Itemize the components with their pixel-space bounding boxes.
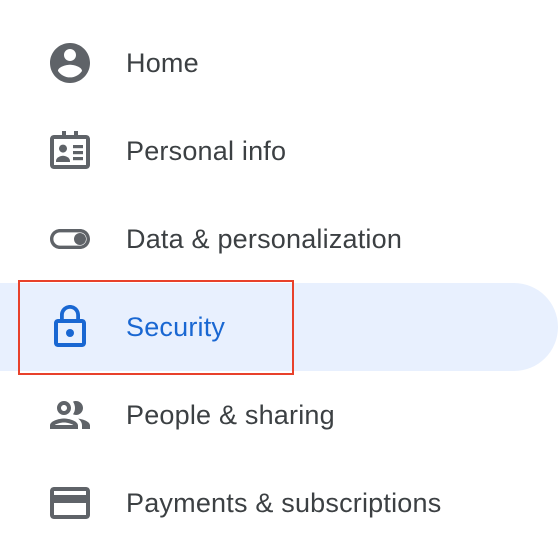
sidebar-nav: Home Personal info Data & personalizatio… (0, 19, 560, 547)
credit-card-icon (46, 479, 94, 527)
id-card-icon (46, 127, 94, 175)
sidebar-item-label: Payments & subscriptions (126, 487, 442, 518)
people-icon (46, 391, 94, 439)
sidebar-item-security[interactable]: Security (0, 283, 560, 371)
account-circle-icon (46, 39, 94, 87)
sidebar-item-label: Personal info (126, 135, 287, 166)
sidebar-item-label: Data & personalization (126, 223, 403, 254)
toggle-icon (46, 215, 94, 263)
lock-icon (46, 303, 94, 351)
sidebar-item-personal-info[interactable]: Personal info (0, 107, 560, 195)
sidebar-item-label: People & sharing (126, 399, 335, 430)
sidebar-item-home[interactable]: Home (0, 19, 560, 107)
sidebar-item-data-personalization[interactable]: Data & personalization (0, 195, 560, 283)
sidebar-item-label: Security (126, 311, 226, 342)
sidebar-item-label: Home (126, 47, 199, 78)
sidebar-item-payments-subscriptions[interactable]: Payments & subscriptions (0, 459, 560, 547)
sidebar-item-people-sharing[interactable]: People & sharing (0, 371, 560, 459)
